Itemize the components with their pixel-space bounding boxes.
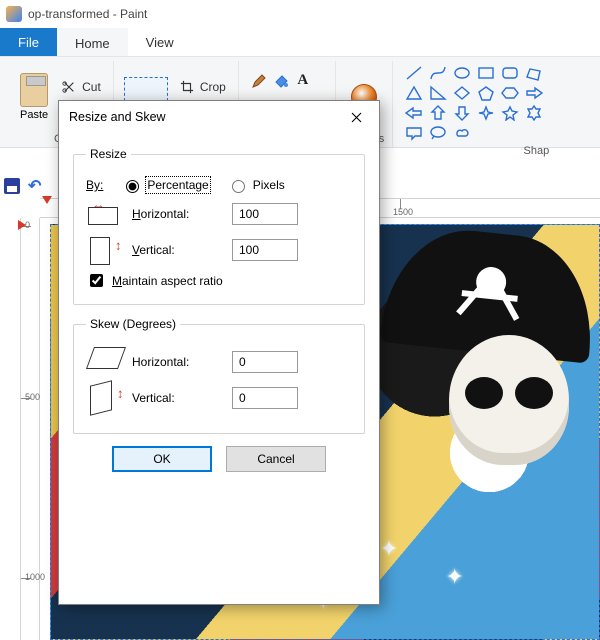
group-shapes: Shap <box>393 61 561 147</box>
resize-vertical-label: Vertical: <box>132 243 222 257</box>
skew-vertical-icon: ↔ <box>86 383 122 413</box>
resize-skew-dialog: Resize and Skew Resize By: Percentage Pi… <box>58 100 380 605</box>
resize-by-label: By: <box>86 178 103 192</box>
shapes-group-label: Shap <box>524 143 554 157</box>
radio-percentage[interactable]: Percentage <box>121 177 208 193</box>
shape-pentagon-icon <box>477 85 495 101</box>
shape-rtriangle-icon <box>429 85 447 101</box>
shapes-gallery[interactable] <box>401 63 553 143</box>
clipboard-icon <box>20 73 48 107</box>
ruler-h-marker <box>42 196 52 204</box>
dialog-titlebar[interactable]: Resize and Skew <box>59 101 379 133</box>
crop-label: Crop <box>200 80 226 94</box>
shape-curve-icon <box>429 65 447 81</box>
dialog-title: Resize and Skew <box>69 110 166 124</box>
skull-graphic <box>449 335 569 465</box>
app-icon <box>6 6 22 22</box>
cancel-button[interactable]: Cancel <box>226 446 326 472</box>
pencil-tool[interactable] <box>251 73 267 89</box>
skew-horizontal-label: Horizontal: <box>132 355 222 369</box>
skew-group: Skew (Degrees) ↔ Horizontal: ↔ Vertical: <box>73 317 365 434</box>
shape-uarrow-icon <box>429 105 447 121</box>
fill-tool[interactable] <box>273 73 289 89</box>
quick-access-toolbar: ↶ <box>4 176 41 196</box>
cut-label: Cut <box>82 80 101 94</box>
shape-darrow-icon <box>453 105 471 121</box>
window-titlebar: op-transformed - Paint <box>0 0 600 28</box>
shape-line-icon <box>405 65 423 81</box>
crop-icon <box>180 80 194 94</box>
resize-vertical-icon: ↔ <box>86 235 122 265</box>
paste-label: Paste <box>20 109 48 121</box>
skew-vertical-input[interactable] <box>232 387 298 409</box>
scissors-icon <box>62 80 76 94</box>
shape-rarrow-icon <box>525 85 543 101</box>
tab-file[interactable]: File <box>0 28 57 56</box>
maintain-aspect-checkbox[interactable]: Maintain aspect ratio <box>86 271 352 290</box>
ribbon-tabs: File Home View <box>0 28 600 56</box>
crop-button[interactable]: Crop <box>176 78 230 96</box>
radio-pixels[interactable]: Pixels <box>227 177 285 193</box>
resize-horizontal-icon: ↔ <box>86 199 122 229</box>
shape-6star-icon <box>525 105 543 121</box>
resize-vertical-input[interactable] <box>232 239 298 261</box>
text-tool[interactable]: A <box>295 73 311 89</box>
shape-larrow-icon <box>405 105 423 121</box>
shape-callout-cloud-icon <box>453 125 471 141</box>
shape-5star-icon <box>501 105 519 121</box>
shape-triangle-icon <box>405 85 423 101</box>
tab-home[interactable]: Home <box>57 28 128 56</box>
window-title: op-transformed - Paint <box>28 7 147 21</box>
shape-hexagon-icon <box>501 85 519 101</box>
resize-group: Resize By: Percentage Pixels ↔ Horizonta… <box>73 147 365 305</box>
paste-button[interactable]: Paste <box>16 69 52 125</box>
dialog-close-button[interactable] <box>343 107 369 127</box>
skew-horizontal-input[interactable] <box>232 351 298 373</box>
shape-callout-oval-icon <box>429 125 447 141</box>
skew-vertical-label: Vertical: <box>132 391 222 405</box>
close-icon <box>351 112 362 123</box>
shape-callout-rect-icon <box>405 125 423 141</box>
undo-icon[interactable]: ↶ <box>28 176 41 196</box>
skew-legend: Skew (Degrees) <box>86 317 180 331</box>
save-icon[interactable] <box>4 178 20 194</box>
shape-polygon-icon <box>525 65 543 81</box>
shape-rect-icon <box>477 65 495 81</box>
resize-horizontal-label: Horizontal: <box>132 207 222 221</box>
shape-roundrect-icon <box>501 65 519 81</box>
ok-button[interactable]: OK <box>112 446 212 472</box>
resize-horizontal-input[interactable] <box>232 203 298 225</box>
ruler-v-marker <box>18 220 26 230</box>
cut-button[interactable]: Cut <box>58 78 105 96</box>
tab-view[interactable]: View <box>128 28 192 56</box>
ruler-vertical: 0 500 1000 <box>20 218 40 640</box>
shape-diamond-icon <box>453 85 471 101</box>
shape-4star-icon <box>477 105 495 121</box>
skew-horizontal-icon: ↔ <box>86 347 122 377</box>
resize-legend: Resize <box>86 147 131 161</box>
shape-oval-icon <box>453 65 471 81</box>
